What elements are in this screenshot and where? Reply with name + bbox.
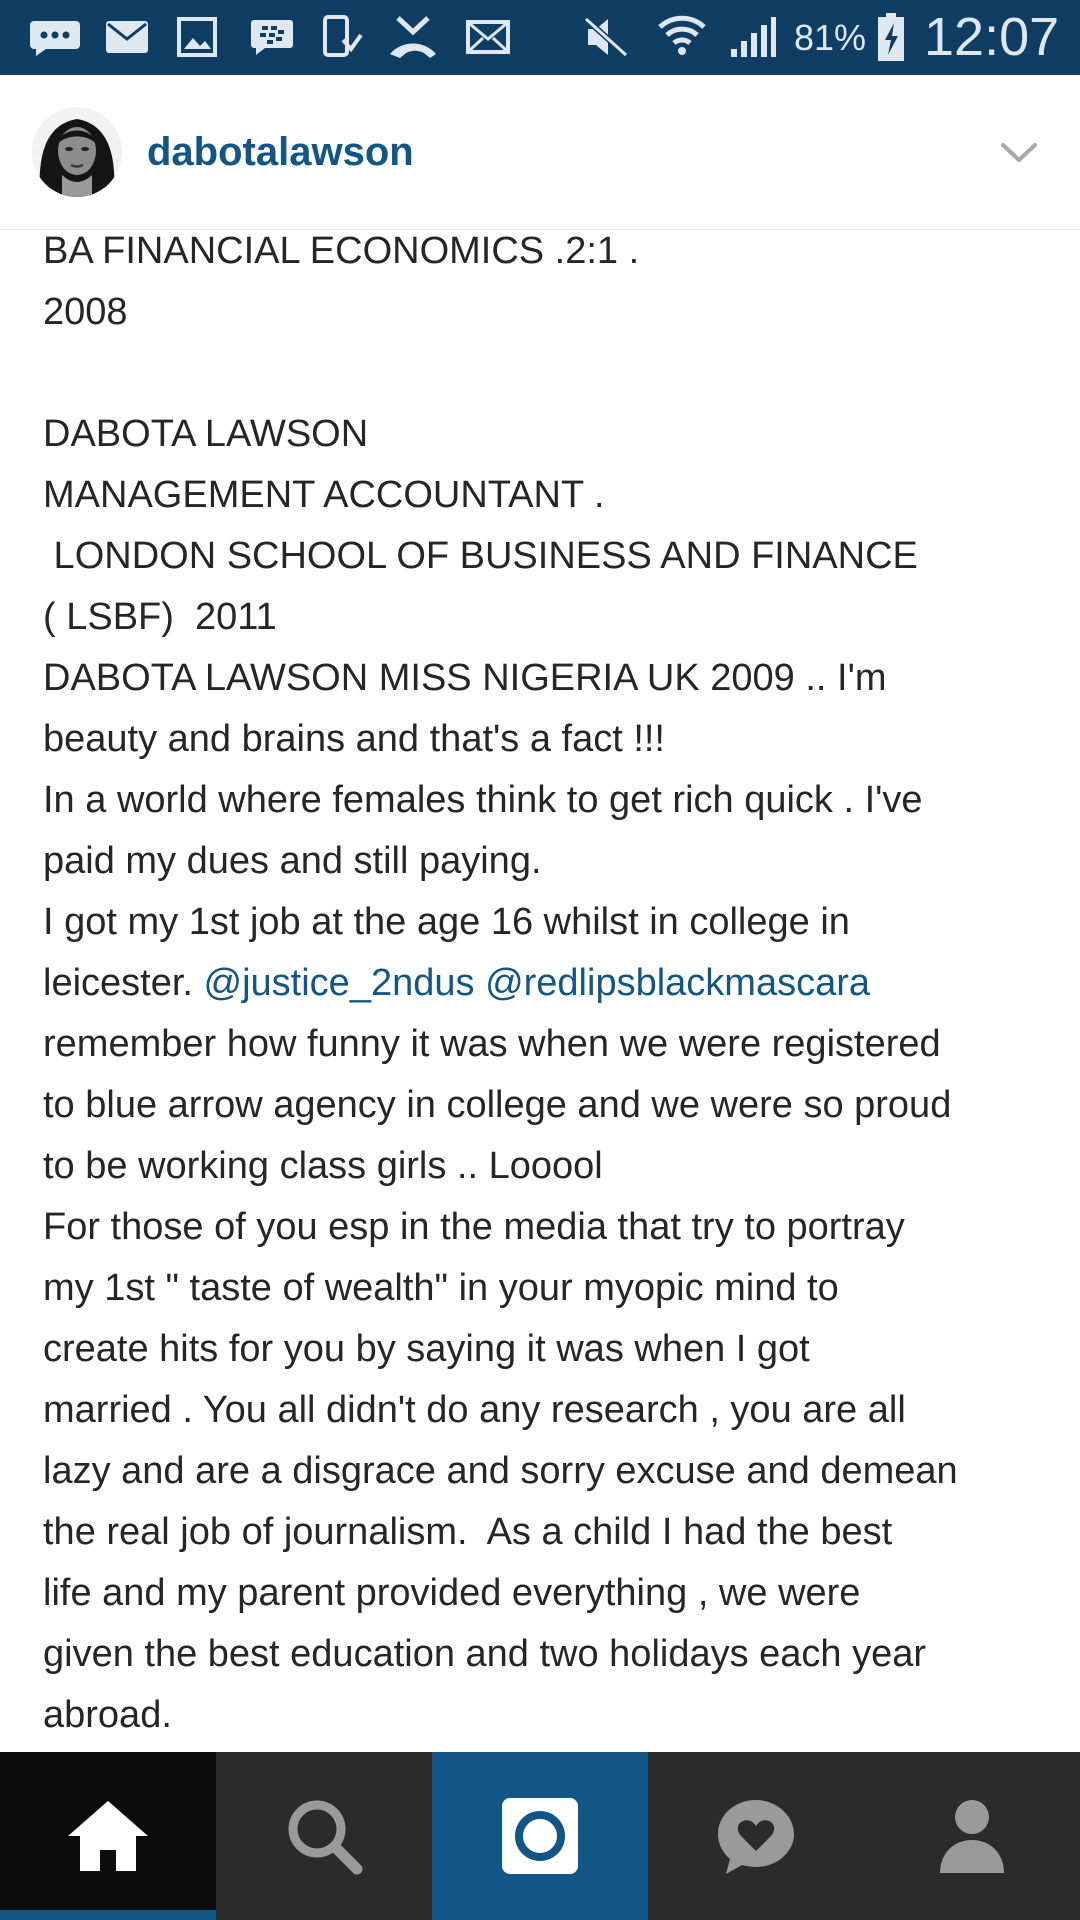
mention-link[interactable]: @redlipsblackmascara bbox=[485, 962, 870, 1004]
camera-icon bbox=[502, 1798, 578, 1874]
post-username[interactable]: dabotalawson bbox=[147, 75, 414, 229]
caption-line: beauty and brains and that's a fact !!! bbox=[43, 718, 665, 760]
wifi-icon bbox=[656, 12, 708, 62]
caption-line: to blue arrow agency in college and we w… bbox=[43, 1084, 952, 1126]
heart-bubble-icon bbox=[718, 1800, 794, 1874]
missed-call-icon bbox=[387, 12, 439, 62]
download-icon bbox=[320, 12, 364, 62]
caption-line: In a world where females think to get ri… bbox=[43, 779, 923, 821]
bbm-icon bbox=[248, 12, 296, 62]
post-caption: BA FINANCIAL ECONOMICS .2:1 . 2008 DABOT… bbox=[43, 221, 1053, 1746]
caption-line: married . You all didn't do any research… bbox=[43, 1389, 906, 1431]
status-bar: 81% 12:07 bbox=[0, 0, 1080, 75]
caption-line: my 1st " taste of wealth" in your myopic… bbox=[43, 1267, 839, 1309]
battery-charging-icon bbox=[876, 12, 906, 62]
caption-text: leicester. bbox=[43, 962, 204, 1004]
caption-line: LONDON SCHOOL OF BUSINESS AND FINANCE bbox=[43, 535, 918, 577]
chevron-down-icon[interactable] bbox=[996, 130, 1042, 176]
person-icon bbox=[940, 1800, 1004, 1873]
home-icon bbox=[68, 1801, 148, 1871]
caption-line: MANAGEMENT ACCOUNTANT . bbox=[43, 474, 605, 516]
caption-line: given the best education and two holiday… bbox=[43, 1633, 927, 1675]
caption-line: 2008 bbox=[43, 291, 128, 333]
tab-home[interactable] bbox=[0, 1752, 216, 1920]
caption-line: ( LSBF) 2011 bbox=[43, 596, 277, 638]
caption-line: DABOTA LAWSON bbox=[43, 413, 369, 455]
mention-link[interactable]: @justice_2ndus bbox=[204, 962, 475, 1004]
tab-camera[interactable] bbox=[432, 1752, 648, 1920]
mute-icon bbox=[582, 12, 630, 62]
caption-line: life and my parent provided everything ,… bbox=[43, 1572, 861, 1614]
image-icon bbox=[175, 12, 219, 62]
search-icon bbox=[288, 1800, 363, 1875]
post-header: dabotalawson bbox=[0, 75, 1080, 230]
active-tab-indicator bbox=[0, 1910, 216, 1920]
caption-line: BA FINANCIAL ECONOMICS .2:1 . bbox=[43, 230, 640, 272]
caption-line: I got my 1st job at the age 16 whilst in… bbox=[43, 901, 850, 943]
clock: 12:07 bbox=[924, 7, 1060, 67]
tab-search[interactable] bbox=[216, 1752, 432, 1920]
profile-avatar[interactable] bbox=[32, 107, 122, 197]
caption-line: remember how funny it was when we were r… bbox=[43, 1023, 941, 1065]
email-icon bbox=[103, 12, 151, 62]
tab-profile[interactable] bbox=[864, 1752, 1080, 1920]
tab-activity[interactable] bbox=[648, 1752, 864, 1920]
caption-line: lazy and are a disgrace and sorry excuse… bbox=[43, 1450, 958, 1492]
battery-percent: 81% bbox=[794, 17, 867, 58]
caption-line: to be working class girls .. Looool bbox=[43, 1145, 603, 1187]
caption-line: DABOTA LAWSON MISS NIGERIA UK 2009 .. I'… bbox=[43, 657, 887, 699]
signal-icon bbox=[728, 12, 778, 62]
chat-bubble-icon bbox=[28, 12, 82, 62]
caption-line: For those of you esp in the media that t… bbox=[43, 1206, 905, 1248]
bottom-nav bbox=[0, 1752, 1080, 1920]
caption-line-with-mentions: leicester. @justice_2ndus @redlipsblackm… bbox=[43, 953, 1053, 1014]
caption-line: create hits for you by saying it was whe… bbox=[43, 1328, 810, 1370]
mail-icon bbox=[465, 12, 511, 62]
caption-line: abroad. bbox=[43, 1694, 172, 1736]
caption-line: the real job of journalism. As a child I… bbox=[43, 1511, 893, 1553]
caption-line: paid my dues and still paying. bbox=[43, 840, 542, 882]
caption-line bbox=[43, 343, 1053, 404]
